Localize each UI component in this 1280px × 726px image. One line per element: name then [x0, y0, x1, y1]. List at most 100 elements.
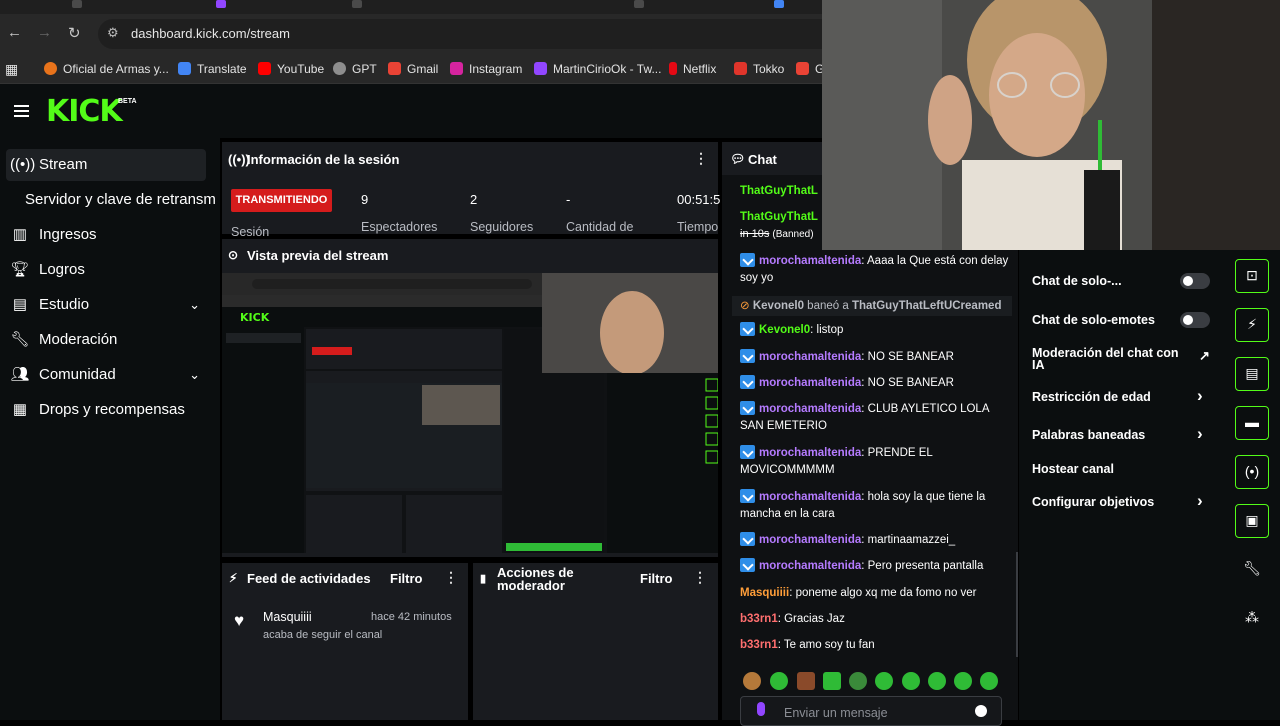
more-options-icon[interactable]: ⋮	[694, 150, 708, 167]
bookmark[interactable]: Oficial de Armas y...	[44, 62, 169, 76]
netflix-icon	[669, 62, 677, 75]
setting-host-channel[interactable]: Hostear canal	[1032, 462, 1114, 476]
chevron-right-icon[interactable]: ›	[1197, 424, 1203, 444]
feed-filter-button[interactable]: Filtro	[390, 571, 423, 586]
site-info-icon[interactable]: ⚙	[107, 25, 119, 41]
webcam-overlay	[822, 0, 1280, 250]
emote-icon[interactable]	[849, 672, 867, 690]
sidebar-item-stream[interactable]: ((•)) Stream	[6, 149, 206, 181]
reload-icon[interactable]: ↻	[68, 24, 81, 42]
chat-message: morochamaltenida: hola soy la que tiene …	[740, 489, 1010, 523]
instagram-icon	[450, 62, 463, 75]
chat-username[interactable]: b33rn1	[740, 639, 778, 651]
chat-message: morochamaltenida: Pero presenta pantalla	[740, 558, 1010, 575]
emote-icon[interactable]	[954, 672, 972, 690]
tab-favicon[interactable]	[352, 0, 362, 8]
toggle-chat-solo[interactable]	[1180, 273, 1210, 289]
emote-bar	[740, 672, 1010, 692]
chat-message: b33rn1: Te amo soy tu fan	[740, 637, 1010, 654]
sidebar-item-server-key[interactable]: Servidor y clave de retransm	[0, 184, 220, 216]
forward-icon[interactable]: →	[37, 24, 52, 41]
setting-label: Moderación del chat con	[1032, 346, 1179, 360]
menu-icon[interactable]	[14, 105, 29, 117]
chat-username[interactable]: morochamaltenida	[759, 403, 861, 415]
bookmark[interactable]: Instagram	[450, 62, 522, 76]
bookmark-label: Gmail	[407, 62, 439, 76]
chat-scrollbar[interactable]	[1016, 552, 1018, 657]
chevron-right-icon[interactable]: ›	[1197, 491, 1203, 511]
apps-grid-icon[interactable]: ▦	[5, 61, 18, 78]
moderator-filter-button[interactable]: Filtro	[640, 571, 673, 586]
setting-age-restriction[interactable]: Restricción de edad	[1032, 390, 1151, 404]
emote-icon[interactable]	[928, 672, 946, 690]
bookmark[interactable]: GPT	[333, 62, 377, 76]
chevron-down-icon[interactable]: ⌄	[189, 289, 200, 321]
emote-icon[interactable]	[980, 672, 998, 690]
bookmark[interactable]: Netflix	[669, 62, 716, 76]
tab-favicon[interactable]	[72, 0, 82, 8]
emote-icon[interactable]	[823, 672, 841, 690]
stream-preview-video[interactable]: KICK	[222, 273, 718, 553]
bookmark[interactable]: MartinCirioOk - Tw...	[534, 62, 661, 76]
bookmark[interactable]: Gmail	[388, 62, 438, 76]
chat-username[interactable]: Kevonel0	[753, 300, 804, 312]
back-icon[interactable]: ←	[7, 24, 22, 41]
chat-username[interactable]: morochamaltenida	[759, 255, 861, 267]
toggle-emotes-only[interactable]	[1180, 312, 1210, 328]
emoji-icon[interactable]	[975, 705, 987, 717]
chat-username[interactable]: morochamaltenida	[759, 447, 861, 459]
chat-username[interactable]: ThatGuyThatL	[740, 185, 818, 197]
wrench-icon[interactable]: 🔧︎	[1235, 553, 1269, 587]
sidebar-item-logros[interactable]: 🏆︎ Logros	[6, 254, 206, 286]
chat-username[interactable]: morochamaltenida	[759, 560, 861, 572]
bookmark[interactable]: G	[796, 62, 824, 76]
tab-favicon[interactable]	[634, 0, 644, 8]
banned-tag: (Banned)	[772, 229, 814, 240]
chevron-right-icon[interactable]: ›	[1197, 386, 1203, 406]
sidebar-item-drops[interactable]: ▦ Drops y recompensas	[6, 394, 206, 426]
emote-icon[interactable]	[770, 672, 788, 690]
emote-icon[interactable]	[875, 672, 893, 690]
sidebar-item-ingresos[interactable]: ▥ Ingresos	[6, 219, 206, 251]
bookmark[interactable]: Translate	[178, 62, 247, 76]
community-icon[interactable]: ⁂	[1235, 602, 1269, 636]
sidebar-item-estudio[interactable]: ▤ Estudio ⌄	[6, 289, 206, 321]
chat-username[interactable]: morochamaltenida	[759, 534, 861, 546]
url-field[interactable]: ⚙ dashboard.kick.com/stream	[98, 19, 822, 49]
chat-username[interactable]: morochamaltenida	[759, 491, 861, 503]
followers-label: Seguidores	[470, 220, 534, 234]
monkey-emote-icon[interactable]	[743, 672, 761, 690]
chat-username[interactable]: morochamaltenida	[759, 377, 861, 389]
chat-username[interactable]: Kevonel0	[759, 324, 810, 336]
bookmark[interactable]: YouTube	[258, 62, 324, 76]
tab-favicon[interactable]	[774, 0, 784, 8]
setting-banned-words[interactable]: Palabras baneadas	[1032, 428, 1145, 442]
chat-message: b33rn1: Gracias Jaz	[740, 611, 1010, 628]
chat-username[interactable]: Masquiiii	[740, 587, 789, 599]
screenshot-icon[interactable]: ⊡	[1235, 259, 1269, 293]
more-options-icon[interactable]: ⋮	[444, 569, 458, 586]
notes-icon[interactable]: ▤	[1235, 357, 1269, 391]
kick-logo[interactable]: KICK	[46, 94, 123, 129]
lightning-icon[interactable]: ⚡︎	[1235, 308, 1269, 342]
tab-favicon[interactable]	[216, 0, 226, 8]
broadcast-icon[interactable]: (•)	[1235, 455, 1269, 489]
chat-username[interactable]: morochamaltenida	[759, 351, 861, 363]
sidebar-item-moderacion[interactable]: 🔧︎ Moderación	[6, 324, 206, 356]
setting-label: IA	[1032, 358, 1045, 372]
sidebar-item-comunidad[interactable]: 👥︎ Comunidad ⌄	[6, 359, 206, 391]
bookmark[interactable]: Tokko	[734, 62, 784, 76]
banned-username[interactable]: ThatGuyThatLeftUCreamed	[852, 300, 1002, 312]
emote-icon[interactable]	[797, 672, 815, 690]
video-icon[interactable]: ▣	[1235, 504, 1269, 538]
emote-icon[interactable]	[902, 672, 920, 690]
chevron-down-icon[interactable]: ⌄	[189, 359, 200, 391]
microphone-icon[interactable]	[757, 702, 765, 716]
setting-goals[interactable]: Configurar objetivos	[1032, 495, 1154, 509]
chat-username[interactable]: b33rn1	[740, 613, 778, 625]
chat-input[interactable]: Enviar un mensaje	[740, 696, 1002, 726]
more-options-icon[interactable]: ⋮	[693, 569, 707, 586]
chat-username[interactable]: ThatGuyThatL	[740, 211, 818, 223]
external-link-icon[interactable]: ↗	[1199, 348, 1210, 364]
chat-bubble-icon[interactable]: ▬	[1235, 406, 1269, 440]
